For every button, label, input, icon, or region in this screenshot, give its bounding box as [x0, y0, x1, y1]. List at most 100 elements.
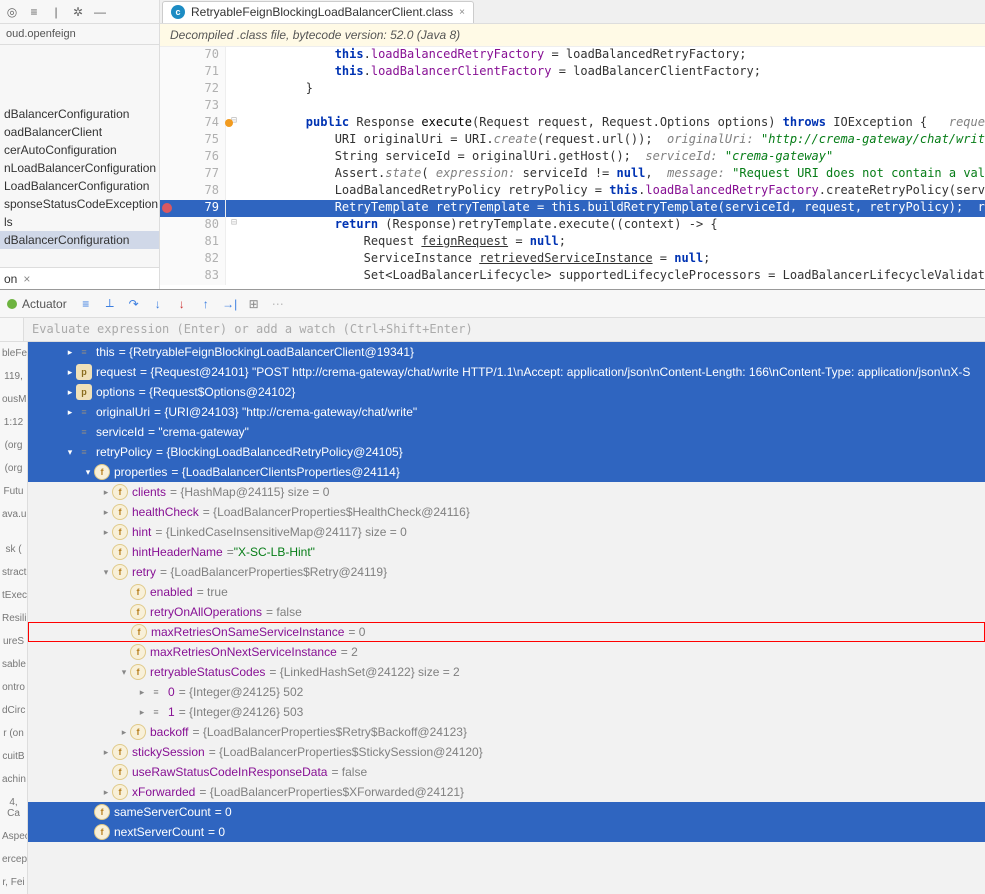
breakpoint-gutter[interactable] — [160, 81, 176, 98]
variable-row[interactable]: fretryOnAllOperations = false — [28, 602, 985, 622]
variable-row[interactable]: fenabled = true — [28, 582, 985, 602]
fold-gutter[interactable] — [226, 98, 242, 115]
code-line[interactable]: 75 URI originalUri = URI.create(request.… — [160, 132, 985, 149]
frame-item[interactable]: ontro — [0, 676, 27, 699]
variable-row[interactable]: fsameServerCount = 0 — [28, 802, 985, 822]
frame-item[interactable] — [0, 526, 27, 538]
fold-gutter[interactable] — [226, 149, 242, 166]
chevron-icon[interactable]: ▸ — [64, 367, 76, 378]
close-icon[interactable]: × — [23, 272, 30, 286]
chevron-icon[interactable]: ▸ — [100, 487, 112, 498]
variable-row[interactable]: ▸fhealthCheck = {LoadBalancerProperties$… — [28, 502, 985, 522]
frame-item[interactable]: (org — [0, 457, 27, 480]
variable-row[interactable]: ▸prequest = {Request@24101} "POST http:/… — [28, 362, 985, 382]
code-line[interactable]: 70 this.loadBalancedRetryFactory = loadB… — [160, 47, 985, 64]
project-tree-item[interactable]: sponseStatusCodeException — [0, 195, 159, 213]
fold-gutter[interactable] — [226, 132, 242, 149]
minimize-icon[interactable]: — — [92, 4, 108, 20]
chevron-icon[interactable]: ▾ — [100, 567, 112, 578]
breakpoint-gutter[interactable] — [160, 47, 176, 64]
frame-item[interactable]: Resili — [0, 607, 27, 630]
variable-row[interactable]: ▸fbackoff = {LoadBalancerProperties$Retr… — [28, 722, 985, 742]
breakpoint-gutter[interactable] — [160, 64, 176, 81]
variable-row[interactable]: fhintHeaderName = "X-SC-LB-Hint" — [28, 542, 985, 562]
code-line[interactable]: 83 Set<LoadBalancerLifecycle> supportedL… — [160, 268, 985, 285]
frame-item[interactable]: achin — [0, 768, 27, 791]
variable-row[interactable]: ▸≡1 = {Integer@24126} 503 — [28, 702, 985, 722]
editor-tab[interactable]: c RetryableFeignBlockingLoadBalancerClie… — [162, 1, 474, 23]
variable-row[interactable]: fuseRawStatusCodeInResponseData = false — [28, 762, 985, 782]
tab-close-icon[interactable]: × — [459, 7, 465, 18]
expand-icon[interactable]: ≡ — [26, 4, 42, 20]
breakpoint-gutter[interactable] — [160, 234, 176, 251]
fold-gutter[interactable] — [226, 268, 242, 285]
breakpoint-gutter[interactable] — [160, 183, 176, 200]
variable-row[interactable]: fmaxRetriesOnNextServiceInstance = 2 — [28, 642, 985, 662]
frame-item[interactable]: Aspec — [0, 825, 27, 848]
frame-item[interactable]: Futu — [0, 480, 27, 503]
chevron-icon[interactable]: ▸ — [118, 727, 130, 738]
chevron-icon[interactable]: ▾ — [64, 447, 76, 458]
code-line[interactable]: 72 } — [160, 81, 985, 98]
chevron-icon[interactable]: ▸ — [100, 747, 112, 758]
variable-row[interactable]: ▸fxForwarded = {LoadBalancerProperties$X… — [28, 782, 985, 802]
breakpoint-gutter[interactable] — [160, 268, 176, 285]
variables-tree[interactable]: ▸≡this = {RetryableFeignBlockingLoadBala… — [28, 342, 985, 894]
variable-row[interactable]: ▾≡retryPolicy = {BlockingLoadBalancedRet… — [28, 442, 985, 462]
fold-gutter[interactable] — [226, 183, 242, 200]
breakpoint-gutter[interactable] — [160, 132, 176, 149]
actuator-button[interactable]: Actuator — [6, 297, 67, 311]
project-tree[interactable]: dBalancerConfigurationoadBalancerClientc… — [0, 45, 159, 267]
fold-gutter[interactable] — [226, 81, 242, 98]
breakpoint-gutter[interactable] — [160, 166, 176, 183]
frame-item[interactable]: dCirc — [0, 699, 27, 722]
variable-row[interactable]: ▸≡0 = {Integer@24125} 502 — [28, 682, 985, 702]
frame-item[interactable]: bleFe — [0, 342, 27, 365]
project-tree-item[interactable]: nLoadBalancerConfiguration — [0, 159, 159, 177]
code-line[interactable]: 73 — [160, 98, 985, 115]
code-line[interactable]: 82 ServiceInstance retrievedServiceInsta… — [160, 251, 985, 268]
project-tree-item[interactable]: cerAutoConfiguration — [0, 141, 159, 159]
chevron-icon[interactable]: ▸ — [136, 687, 148, 698]
project-tree-item[interactable]: dBalancerConfiguration — [0, 231, 159, 249]
chevron-icon[interactable]: ▾ — [82, 467, 94, 478]
step-out-icon[interactable]: ↑ — [197, 295, 215, 313]
frame-item[interactable]: ousM — [0, 388, 27, 411]
gear-icon[interactable]: ✲ — [70, 4, 86, 20]
breakpoint-gutter[interactable] — [160, 200, 176, 217]
variable-row[interactable]: ▸fstickySession = {LoadBalancerPropertie… — [28, 742, 985, 762]
frame-item[interactable]: ercep — [0, 848, 27, 871]
chevron-icon[interactable]: ▸ — [64, 387, 76, 398]
chevron-icon[interactable]: ▸ — [136, 707, 148, 718]
variable-row[interactable]: ▸≡originalUri = {URI@24103} "http://crem… — [28, 402, 985, 422]
frame-item[interactable]: sable — [0, 653, 27, 676]
project-tree-item[interactable]: dBalancerConfiguration — [0, 105, 159, 123]
code-line[interactable]: 78 LoadBalancedRetryPolicy retryPolicy =… — [160, 183, 985, 200]
variable-row[interactable]: ▾fretryableStatusCodes = {LinkedHashSet@… — [28, 662, 985, 682]
breakpoint-gutter[interactable] — [160, 149, 176, 166]
step-into-icon[interactable]: ↓ — [149, 295, 167, 313]
target-icon[interactable]: ◎ — [4, 4, 20, 20]
filter-icon[interactable]: ⟂ — [101, 295, 119, 313]
calculator-icon[interactable]: ⊞ — [245, 295, 263, 313]
frame-item[interactable]: (org — [0, 434, 27, 457]
chevron-icon[interactable]: ▸ — [100, 787, 112, 798]
step-over-icon[interactable]: ↷ — [125, 295, 143, 313]
fold-gutter[interactable] — [226, 234, 242, 251]
variable-row[interactable]: fnextServerCount = 0 — [28, 822, 985, 842]
run-to-cursor-icon[interactable]: →| — [221, 295, 239, 313]
fold-gutter[interactable] — [226, 64, 242, 81]
variable-row[interactable]: ▸poptions = {Request$Options@24102} — [28, 382, 985, 402]
variable-row[interactable]: ▾fretry = {LoadBalancerProperties$Retry@… — [28, 562, 985, 582]
frame-item[interactable]: sk ( — [0, 538, 27, 561]
force-step-into-icon[interactable]: ↓ — [173, 295, 191, 313]
variable-row[interactable]: ▸fclients = {HashMap@24115} size = 0 — [28, 482, 985, 502]
frames-panel[interactable]: bleFe119,ousM1:12(org(orgFutuava.usk (st… — [0, 342, 28, 894]
fold-gutter[interactable] — [226, 47, 242, 64]
breakpoint-gutter[interactable] — [160, 217, 176, 234]
code-line[interactable]: 71 this.loadBalancerClientFactory = load… — [160, 64, 985, 81]
frame-item[interactable]: r (on — [0, 722, 27, 745]
variable-row[interactable]: ≡serviceId = "crema-gateway" — [28, 422, 985, 442]
variable-row[interactable]: fmaxRetriesOnSameServiceInstance = 0 — [28, 622, 985, 642]
breakpoint-gutter[interactable] — [160, 251, 176, 268]
